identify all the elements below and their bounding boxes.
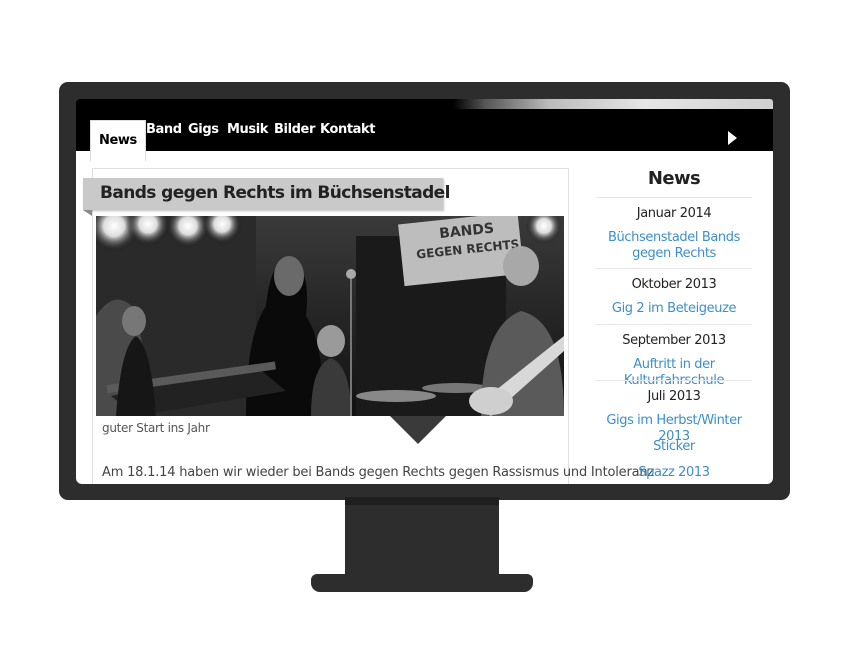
nav-gigs[interactable]: Gigs (188, 109, 219, 151)
sidebar-divider (596, 197, 752, 198)
nav-kontakt[interactable]: Kontakt (320, 109, 375, 151)
sidebar-news-link[interactable]: Sticker (596, 439, 752, 455)
sidebar-news-link[interactable]: Büchsenstadel Bands gegen Rechts (596, 230, 752, 262)
website-screen: News Band Gigs Musik Bilder Kontakt Band… (76, 99, 773, 484)
nav-bilder[interactable]: Bilder (274, 109, 315, 151)
nav-news[interactable]: News (90, 120, 146, 161)
sidebar-month: Januar 2014 (636, 206, 712, 221)
ribbon-fold (83, 210, 92, 216)
sidebar-title: News (647, 168, 701, 189)
monitor-stand-base (311, 574, 533, 592)
sidebar-month: September 2013 (622, 333, 726, 348)
monitor-stand-shadow (345, 497, 499, 505)
header-photo-strip (453, 99, 773, 109)
monitor-stand-neck (345, 497, 499, 577)
sidebar-divider (596, 268, 752, 269)
article-title[interactable]: Bands gegen Rechts im Büchsenstadel (100, 183, 450, 203)
nav-musik[interactable]: Musik (227, 109, 268, 151)
navigation-bar: News Band Gigs Musik Bilder Kontakt (76, 109, 773, 161)
concert-photo: BANDS GEGEN RECHTS (96, 216, 564, 416)
article-body: Am 18.1.14 haben wir wieder bei Bands ge… (102, 465, 655, 480)
nav-band[interactable]: Band (146, 109, 182, 151)
sidebar-news-link[interactable]: Spazz 2013 (596, 465, 752, 481)
sidebar-news-link[interactable]: Auftritt in der Kulturfahrschule (596, 357, 752, 389)
caption-pointer (390, 416, 446, 444)
photo-caption: guter Start ins Jahr (102, 421, 210, 435)
sidebar-divider (596, 380, 752, 381)
play-arrow-icon[interactable] (728, 131, 737, 145)
sidebar-divider (596, 324, 752, 325)
sidebar-month: Oktober 2013 (631, 277, 717, 292)
sidebar-month: Juli 2013 (647, 389, 701, 404)
sidebar-news-link[interactable]: Gig 2 im Beteigeuze (596, 301, 752, 317)
